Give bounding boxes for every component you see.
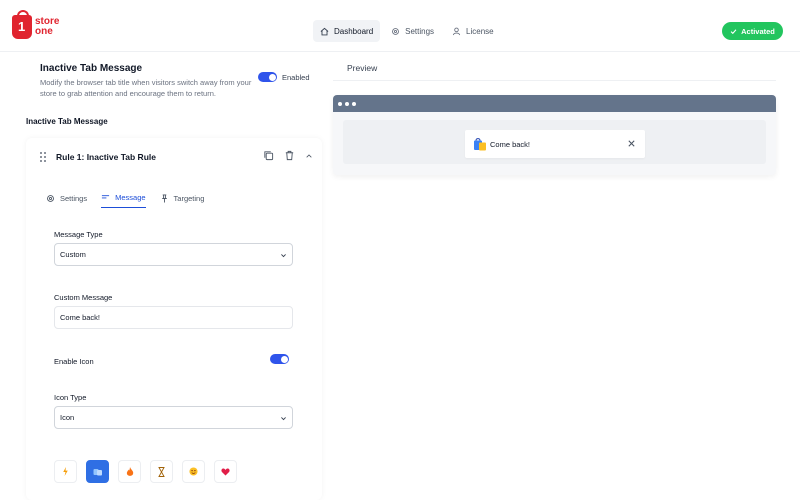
nav-license[interactable]: License xyxy=(445,20,501,42)
tab-targeting[interactable]: Targeting xyxy=(160,193,204,208)
icon-type-label: Icon Type xyxy=(54,393,87,402)
copy-icon[interactable] xyxy=(263,150,274,161)
chevron-down-icon xyxy=(281,254,286,258)
nav-dashboard[interactable]: Dashboard xyxy=(313,20,381,42)
icon-picker xyxy=(54,460,237,483)
text-lines-icon xyxy=(102,195,110,199)
feature-enabled-toggle[interactable] xyxy=(258,72,277,82)
enable-icon-label: Enable Icon xyxy=(54,357,94,366)
home-icon xyxy=(320,27,329,35)
chevron-down-icon xyxy=(281,417,286,421)
chevron-up-icon[interactable] xyxy=(305,152,313,160)
store-one-logo[interactable]: 1 store one xyxy=(12,10,59,39)
shopping-bag-logo-icon: 1 xyxy=(12,10,32,39)
shopping-bags-icon xyxy=(474,138,486,151)
smiley-icon[interactable] xyxy=(182,460,205,483)
main-nav: Dashboard Settings License xyxy=(313,20,501,42)
rule-title: Rule 1: Inactive Tab Rule xyxy=(56,152,156,162)
pin-icon xyxy=(161,193,167,203)
message-type-select[interactable]: Custom xyxy=(54,243,293,266)
custom-message-label: Custom Message xyxy=(54,293,113,302)
enable-icon-toggle[interactable] xyxy=(270,354,289,364)
top-bar: 1 store one Dashboard Settings License Ac… xyxy=(0,0,800,52)
activated-badge: Activated xyxy=(722,22,783,40)
fire-icon[interactable] xyxy=(118,460,141,483)
nav-settings[interactable]: Settings xyxy=(384,20,441,42)
heart-icon[interactable] xyxy=(214,460,237,483)
tab-message[interactable]: Message xyxy=(101,193,146,208)
window-dot xyxy=(338,101,342,106)
tab-settings[interactable]: Settings xyxy=(46,193,87,208)
window-dot xyxy=(345,101,349,106)
preview-tab-title: Come back! xyxy=(490,139,531,149)
drag-handle-icon[interactable] xyxy=(40,152,46,162)
trash-icon[interactable] xyxy=(284,150,295,161)
page-title: Inactive Tab Message xyxy=(40,63,143,74)
rule-actions xyxy=(263,150,313,161)
gear-icon xyxy=(392,27,400,35)
section-label: Inactive Tab Message xyxy=(26,117,108,126)
check-icon xyxy=(730,28,737,34)
message-type-label: Message Type xyxy=(54,230,103,239)
rule-tabs: Settings Message Targeting xyxy=(46,193,204,208)
custom-message-input[interactable]: Come back! xyxy=(54,306,293,329)
user-icon xyxy=(452,27,461,35)
browser-title-bar xyxy=(333,95,776,112)
icon-type-select[interactable]: Icon xyxy=(54,406,293,429)
page-description: Modify the browser tab title when visito… xyxy=(40,78,252,98)
toggle-label: Enabled xyxy=(282,73,310,82)
preview-divider xyxy=(333,80,776,81)
lightning-icon[interactable] xyxy=(54,460,77,483)
shopping-bags-icon[interactable] xyxy=(86,460,109,483)
window-dot xyxy=(352,101,356,106)
close-icon[interactable] xyxy=(627,139,636,148)
preview-browser-tab: Come back! xyxy=(465,130,645,158)
gear-icon xyxy=(47,194,54,202)
hourglass-icon[interactable] xyxy=(150,460,173,483)
preview-label: Preview xyxy=(347,63,378,73)
